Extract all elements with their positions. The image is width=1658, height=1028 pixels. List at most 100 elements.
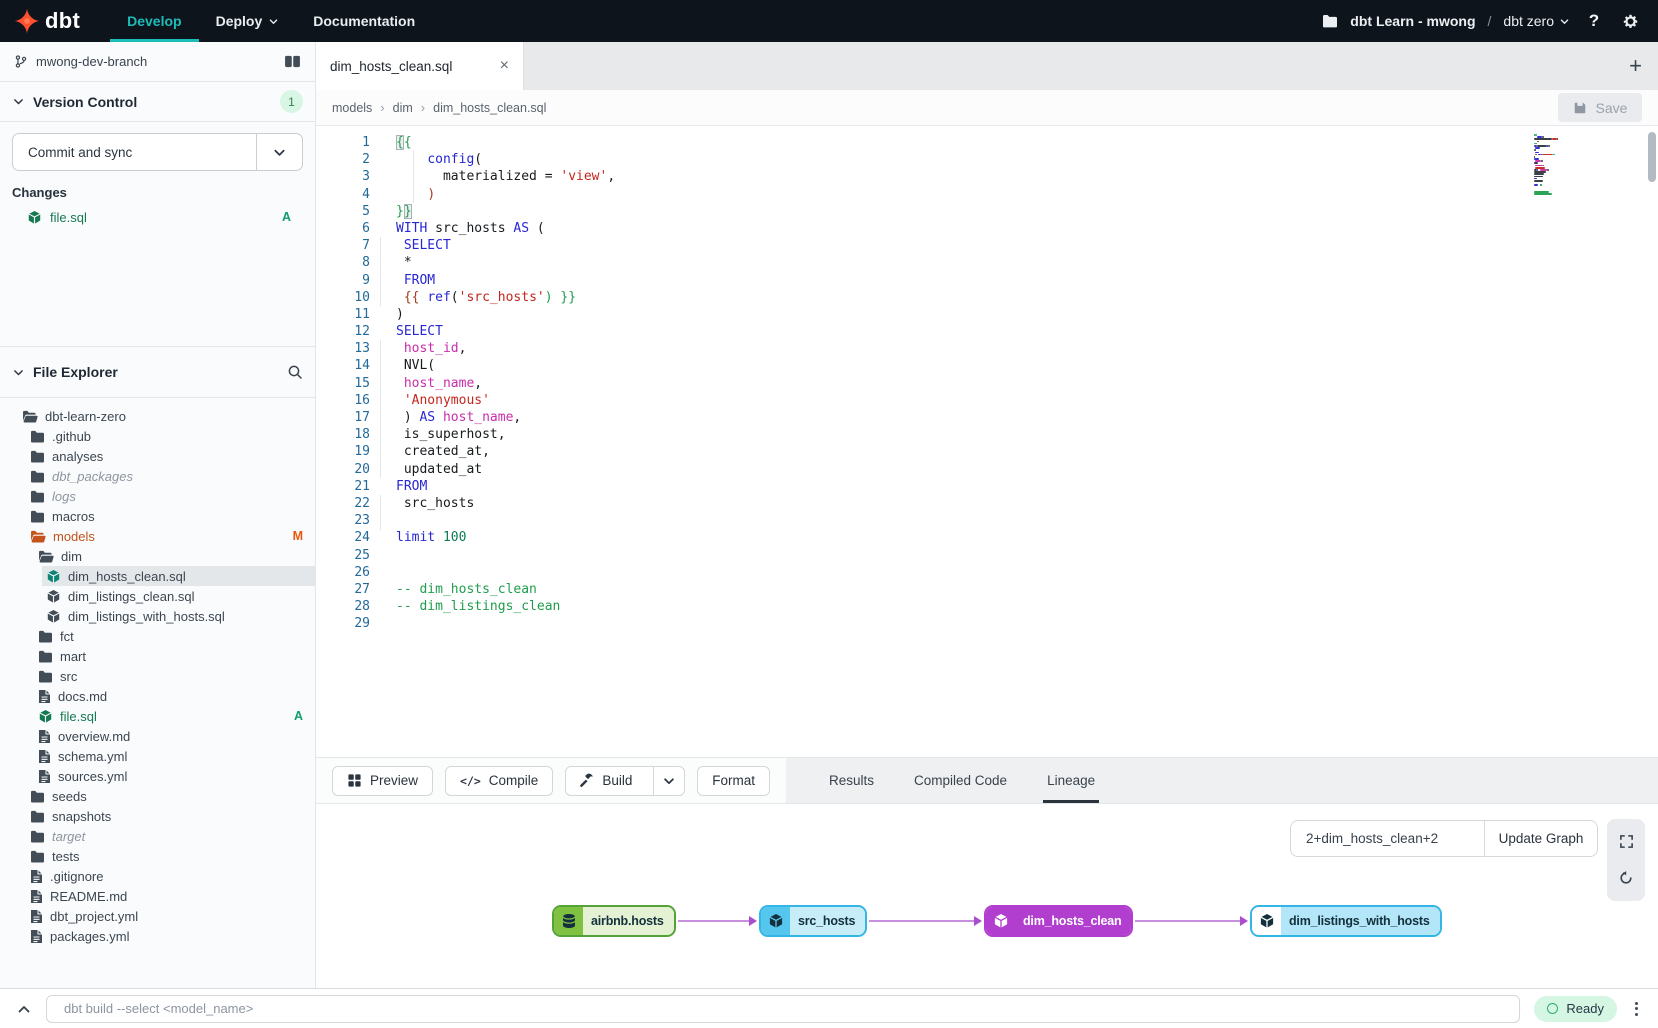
- tree-item--gitignore[interactable]: .gitignore: [26, 866, 315, 886]
- new-tab-button[interactable]: +: [1629, 55, 1642, 77]
- breadcrumb-models[interactable]: models: [332, 101, 372, 115]
- code-line-28[interactable]: 28-- dim_listings_clean: [316, 598, 1658, 615]
- tree-item-docs-md[interactable]: docs.md: [34, 686, 315, 706]
- code-editor[interactable]: 1{{2 config(3 materialized = 'view',4 )5…: [316, 126, 1658, 757]
- tab-lineage[interactable]: Lineage: [1030, 758, 1112, 803]
- code-line-21[interactable]: 21FROM: [316, 478, 1658, 495]
- tree-item-dbt-learn-zero[interactable]: dbt-learn-zero: [18, 406, 315, 426]
- close-icon[interactable]: ×: [500, 58, 509, 74]
- nav-deploy[interactable]: Deploy: [199, 0, 297, 42]
- code-line-23[interactable]: 23: [316, 512, 1658, 529]
- save-button[interactable]: Save: [1558, 93, 1642, 122]
- code-line-10[interactable]: 10 {{ ref('src_hosts') }}: [316, 289, 1658, 306]
- code-line-24[interactable]: 24limit 100: [316, 529, 1658, 546]
- tree-item-tests[interactable]: tests: [26, 846, 315, 866]
- code-line-13[interactable]: 13 host_id,: [316, 340, 1658, 357]
- code-line-25[interactable]: 25: [316, 547, 1658, 564]
- minimap[interactable]: [1534, 134, 1642, 197]
- tree-item-macros[interactable]: macros: [26, 506, 315, 526]
- tree-item-logs[interactable]: logs: [26, 486, 315, 506]
- dbt-logo[interactable]: dbt: [14, 0, 80, 42]
- tree-item-analyses[interactable]: analyses: [26, 446, 315, 466]
- commit-and-sync-button[interactable]: Commit and sync: [12, 133, 303, 171]
- line-number: 17: [316, 409, 370, 426]
- kebab-menu[interactable]: [1631, 1002, 1642, 1016]
- tree-item-overview-md[interactable]: overview.md: [34, 726, 315, 746]
- environment-selector[interactable]: dbt zero: [1503, 13, 1570, 29]
- tree-item-src[interactable]: src: [34, 666, 315, 686]
- chevron-up-icon[interactable]: [16, 1001, 32, 1017]
- tree-item-snapshots[interactable]: snapshots: [26, 806, 315, 826]
- code-line-5[interactable]: 5}}: [316, 203, 1658, 220]
- code-line-16[interactable]: 16 'Anonymous': [316, 392, 1658, 409]
- tree-item-dbt-project-yml[interactable]: dbt_project.yml: [26, 906, 315, 926]
- settings-gear-button[interactable]: [1618, 9, 1642, 33]
- code-line-26[interactable]: 26: [316, 564, 1658, 581]
- code-line-14[interactable]: 14 NVL(: [316, 357, 1658, 374]
- breadcrumb-dim[interactable]: dim: [393, 101, 413, 115]
- branch-row: mwong-dev-branch: [0, 42, 315, 82]
- floppy-save-icon: [1573, 101, 1587, 115]
- tree-item-dim[interactable]: dim: [34, 546, 315, 566]
- nav-documentation[interactable]: Documentation: [296, 0, 432, 42]
- changed-file-row[interactable]: file.sql A: [12, 206, 303, 228]
- code-line-15[interactable]: 15 host_name,: [316, 375, 1658, 392]
- lineage-node-src-hosts[interactable]: src_hosts: [759, 905, 867, 937]
- tab-compiled-code[interactable]: Compiled Code: [897, 758, 1024, 803]
- tree-item-dim-listings-clean-sql[interactable]: dim_listings_clean.sql: [42, 586, 315, 606]
- lineage-node-dim-hosts-clean[interactable]: dim_hosts_clean: [984, 905, 1133, 937]
- split-view-icon[interactable]: [284, 55, 301, 68]
- code-line-2[interactable]: 2 config(: [316, 151, 1658, 168]
- tree-item-models[interactable]: modelsM: [26, 526, 315, 546]
- editor-tab[interactable]: dim_hosts_clean.sql ×: [316, 42, 524, 90]
- code-line-1[interactable]: 1{{: [316, 134, 1658, 151]
- code-line-29[interactable]: 29: [316, 615, 1658, 632]
- code-line-18[interactable]: 18 is_superhost,: [316, 426, 1658, 443]
- code-line-11[interactable]: 11): [316, 306, 1658, 323]
- tree-item--github[interactable]: .github: [26, 426, 315, 446]
- code-line-19[interactable]: 19 created_at,: [316, 443, 1658, 460]
- tree-item-dim-listings-with-hosts-sql[interactable]: dim_listings_with_hosts.sql: [42, 606, 315, 626]
- change-status-badge: A: [282, 210, 303, 224]
- tree-item-file-sql[interactable]: file.sqlA: [34, 706, 315, 726]
- code-line-17[interactable]: 17 ) AS host_name,: [316, 409, 1658, 426]
- build-dropdown-button[interactable]: [653, 767, 684, 795]
- version-control-header[interactable]: Version Control 1: [0, 82, 315, 122]
- lineage-node-airbnb-hosts[interactable]: airbnb.hosts: [552, 905, 676, 937]
- command-input[interactable]: [46, 995, 1520, 1023]
- commit-dropdown-button[interactable]: [256, 134, 302, 170]
- tree-item-schema-yml[interactable]: schema.yml: [34, 746, 315, 766]
- file-search-button[interactable]: [287, 364, 303, 380]
- tree-item-seeds[interactable]: seeds: [26, 786, 315, 806]
- format-button[interactable]: Format: [697, 766, 770, 796]
- code-line-6[interactable]: 6WITH src_hosts AS (: [316, 220, 1658, 237]
- code-line-4[interactable]: 4 ): [316, 186, 1658, 203]
- code-line-7[interactable]: 7 SELECT: [316, 237, 1658, 254]
- code-line-9[interactable]: 9 FROM: [316, 272, 1658, 289]
- tree-item-fct[interactable]: fct: [34, 626, 315, 646]
- build-button[interactable]: Build: [565, 766, 685, 796]
- tree-item-sources-yml[interactable]: sources.yml: [34, 766, 315, 786]
- code-line-20[interactable]: 20 updated_at: [316, 461, 1658, 478]
- code-line-22[interactable]: 22 src_hosts: [316, 495, 1658, 512]
- tree-item-readme-md[interactable]: README.md: [26, 886, 315, 906]
- tree-item-dim-hosts-clean-sql[interactable]: dim_hosts_clean.sql: [42, 566, 315, 586]
- code-line-8[interactable]: 8 *: [316, 254, 1658, 271]
- tree-item-dbt-packages[interactable]: dbt_packages: [26, 466, 315, 486]
- code-line-3[interactable]: 3 materialized = 'view',: [316, 168, 1658, 185]
- code-line-12[interactable]: 12SELECT: [316, 323, 1658, 340]
- tree-item-mart[interactable]: mart: [34, 646, 315, 666]
- tree-item-target[interactable]: target: [26, 826, 315, 846]
- nav-develop[interactable]: Develop: [110, 0, 198, 42]
- editor-scrollbar[interactable]: [1648, 132, 1656, 182]
- help-button[interactable]: ?: [1582, 9, 1606, 33]
- lineage-graph[interactable]: airbnb.hosts src_hosts dim_hosts_clean dim_…: [316, 804, 1658, 988]
- file-explorer-header[interactable]: File Explorer: [0, 346, 315, 398]
- code-line-27[interactable]: 27-- dim_hosts_clean: [316, 581, 1658, 598]
- lineage-node-dim-listings-with-hosts[interactable]: dim_listings_with_hosts: [1250, 905, 1442, 937]
- preview-button[interactable]: Preview: [332, 766, 433, 796]
- tab-results[interactable]: Results: [812, 758, 891, 803]
- tree-item-packages-yml[interactable]: packages.yml: [26, 926, 315, 946]
- breadcrumb-file[interactable]: dim_hosts_clean.sql: [433, 101, 546, 115]
- compile-button[interactable]: </> Compile: [445, 766, 553, 796]
